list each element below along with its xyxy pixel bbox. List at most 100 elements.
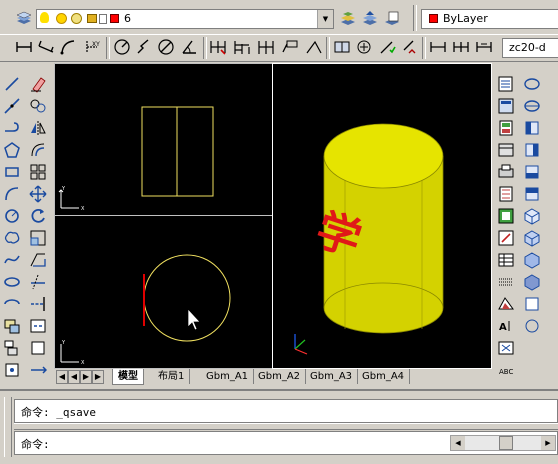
orbit-icon[interactable]	[522, 316, 542, 336]
tab-nav-next-icon[interactable]: ▶	[80, 370, 92, 384]
hatch-icon[interactable]	[496, 272, 516, 292]
rectangle-icon[interactable]	[2, 162, 22, 182]
block-editor-icon[interactable]	[496, 228, 516, 248]
line-icon[interactable]	[2, 74, 22, 94]
dimension-text-edit-icon[interactable]	[377, 37, 397, 57]
design-center-icon[interactable]	[496, 96, 516, 116]
continue-dimension-icon[interactable]	[256, 37, 276, 57]
tab-nav-prev-icon[interactable]: ◀	[68, 370, 80, 384]
scroll-right-icon[interactable]: ▶	[541, 436, 555, 450]
rotate-icon[interactable]	[28, 206, 48, 226]
calc-icon[interactable]	[496, 184, 516, 204]
move-icon[interactable]	[28, 184, 48, 204]
diameter-dimension-icon[interactable]	[156, 37, 176, 57]
spline-icon[interactable]	[2, 250, 22, 270]
dimension-update-icon[interactable]	[400, 37, 420, 57]
make-block-icon[interactable]	[2, 338, 22, 358]
tab-gbm-a4[interactable]: Gbm_A4	[357, 369, 411, 384]
tab-gbm-a2[interactable]: Gbm_A2	[253, 369, 307, 384]
ellipse-arc-icon[interactable]	[2, 294, 22, 314]
layer-previous-icon[interactable]	[360, 9, 380, 29]
revcloud-icon[interactable]	[2, 228, 22, 248]
extrude-icon[interactable]	[496, 338, 516, 358]
viewport-top-left[interactable]: Y X	[54, 63, 273, 216]
aligned-dimension-icon[interactable]	[36, 37, 56, 57]
view-right-icon[interactable]	[522, 140, 542, 160]
center-mark-icon[interactable]	[354, 37, 374, 57]
circle-icon[interactable]	[2, 206, 22, 226]
quick-dimension-icon[interactable]	[208, 37, 228, 57]
color-combo[interactable]: ByLayer	[421, 9, 558, 29]
dbconnect-icon[interactable]	[496, 206, 516, 226]
tab-model[interactable]: 模型	[112, 369, 144, 385]
region-icon[interactable]	[496, 294, 516, 314]
dimension-edit-icon[interactable]	[332, 37, 352, 57]
ellipse-icon[interactable]	[2, 272, 22, 292]
tab-nav-first-icon[interactable]: ◀	[56, 370, 68, 384]
break-icon[interactable]	[28, 316, 48, 336]
scroll-thumb[interactable]	[499, 436, 513, 450]
scale-icon[interactable]	[28, 228, 48, 248]
arc-length-icon[interactable]	[58, 37, 78, 57]
horizontal-scrollbar[interactable]: ◀ ▶	[450, 435, 556, 451]
erase-icon[interactable]	[28, 74, 48, 94]
tab-gbm-a3[interactable]: Gbm_A3	[305, 369, 359, 384]
scroll-left-icon[interactable]: ◀	[451, 436, 465, 450]
linear-dimension-icon[interactable]	[14, 37, 34, 57]
trim-icon[interactable]	[28, 272, 48, 292]
se-iso-icon[interactable]	[522, 228, 542, 248]
chevron-down-icon[interactable]: ▼	[317, 10, 333, 28]
camera-icon[interactable]	[522, 294, 542, 314]
quick-leader-icon[interactable]	[280, 37, 300, 57]
offset-icon[interactable]	[28, 140, 48, 160]
layer-combo[interactable]: 6 ▼	[36, 9, 334, 29]
dim-style-icon-1[interactable]	[428, 37, 448, 57]
view-bottom-icon[interactable]	[522, 96, 542, 116]
array-icon[interactable]	[28, 162, 48, 182]
view-back-icon[interactable]	[522, 184, 542, 204]
ne-iso-icon[interactable]	[522, 250, 542, 270]
properties-icon[interactable]	[496, 74, 516, 94]
polygon-icon[interactable]	[2, 140, 22, 160]
viewport-bottom-left[interactable]: Y X	[54, 215, 273, 369]
viewport-right-3d[interactable]: 学	[272, 63, 492, 369]
arc-icon[interactable]	[2, 184, 22, 204]
markup-icon[interactable]	[496, 162, 516, 182]
polyline-icon[interactable]	[2, 118, 22, 138]
angular-dimension-icon[interactable]	[179, 37, 199, 57]
view-front-icon[interactable]	[522, 162, 542, 182]
mtext-icon[interactable]: A	[496, 316, 516, 336]
command-splitter[interactable]	[14, 423, 558, 430]
tolerance-icon[interactable]	[304, 37, 324, 57]
stretch-icon[interactable]	[28, 250, 48, 270]
sheet-set-icon[interactable]	[496, 140, 516, 160]
tab-nav-last-icon[interactable]: ▶	[92, 370, 104, 384]
sw-iso-icon[interactable]	[522, 206, 542, 226]
make-layer-current-icon[interactable]	[338, 9, 358, 29]
mirror-icon[interactable]	[28, 118, 48, 138]
nw-iso-icon[interactable]	[522, 272, 542, 292]
revolve-icon[interactable]: ABC	[496, 360, 516, 380]
radius-dimension-icon[interactable]	[112, 37, 132, 57]
dim-style-combo[interactable]: zc20-d	[502, 38, 558, 58]
copy-icon[interactable]	[28, 96, 48, 116]
view-top-icon[interactable]	[522, 74, 542, 94]
baseline-dimension-icon[interactable]	[232, 37, 252, 57]
tab-layout1[interactable]: 布局1	[153, 369, 191, 384]
dim-style-icon-3[interactable]	[474, 37, 494, 57]
dim-style-icon-2[interactable]	[451, 37, 471, 57]
tab-gbm-a1[interactable]: Gbm_A1	[201, 369, 255, 384]
construction-line-icon[interactable]	[2, 96, 22, 116]
command-window-grip[interactable]	[4, 397, 12, 457]
layer-states-icon[interactable]	[382, 9, 402, 29]
jogged-dimension-icon[interactable]	[134, 37, 154, 57]
join-icon[interactable]	[28, 338, 48, 358]
table-icon[interactable]	[496, 250, 516, 270]
view-left-icon[interactable]	[522, 118, 542, 138]
ordinate-dimension-icon[interactable]: XY	[82, 37, 102, 57]
chamfer-icon[interactable]	[28, 360, 48, 380]
layer-manager-icon[interactable]	[14, 9, 34, 29]
extend-icon[interactable]	[28, 294, 48, 314]
point-icon[interactable]	[2, 360, 22, 380]
insert-block-icon[interactable]	[2, 316, 22, 336]
